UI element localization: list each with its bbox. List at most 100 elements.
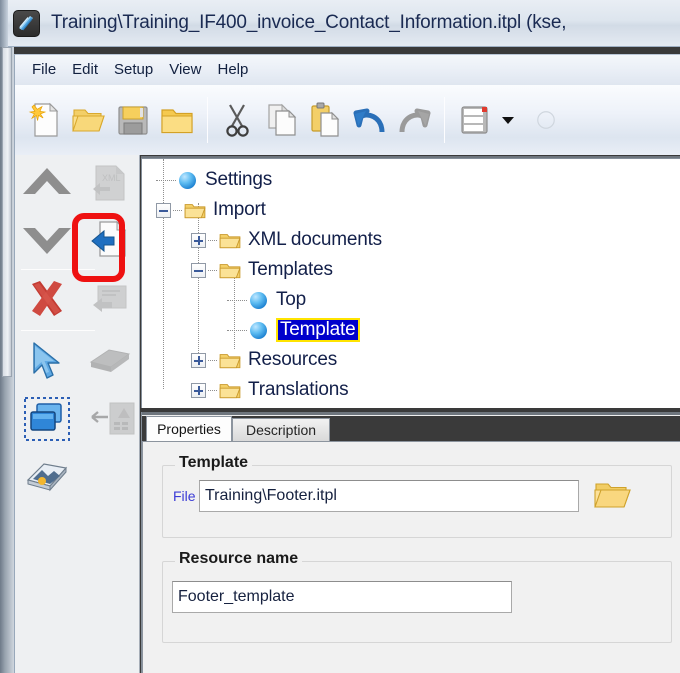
left-toolbar-divider-2 [21, 330, 95, 331]
stacked-windows-icon [23, 397, 70, 441]
open-folder-icon [594, 483, 631, 508]
scanner-photo-icon [26, 463, 67, 492]
tree-node-label: Import [213, 199, 266, 220]
scrollbar-thumb[interactable] [2, 47, 12, 377]
block-arrow-icon [92, 285, 126, 312]
tree-node-label: Resources [248, 349, 338, 370]
clipped-round-button[interactable] [536, 95, 556, 145]
window-title: Training\Training_IF400_invoice_Contact_… [51, 12, 567, 33]
arrow-cursor-icon [32, 342, 60, 379]
folder-open-icon [219, 264, 241, 279]
tree-node-label-selected: Template [276, 318, 360, 342]
scissors-icon [226, 104, 249, 137]
tree-node-label: XML documents [248, 229, 382, 250]
menu-item-view[interactable]: View [161, 59, 209, 81]
import-xml-button[interactable]: XML [78, 155, 141, 211]
open-folder-button[interactable] [67, 95, 111, 145]
import-block-button[interactable] [78, 272, 141, 328]
window-scrollbar[interactable] [0, 47, 14, 673]
delete-button[interactable] [15, 272, 78, 328]
expand-toggle-icon[interactable] [191, 352, 206, 368]
left-toolbar-empty-cell [78, 449, 141, 505]
sphere-node-icon [179, 171, 196, 189]
left-toolbar-divider-1 [21, 269, 95, 270]
sphere-node-icon [250, 321, 267, 339]
tree-node-template[interactable]: Template [227, 315, 360, 345]
folder-open-icon [219, 384, 241, 399]
left-toolbar: XML [14, 155, 140, 673]
application-window: Training\Training_IF400_invoice_Contact_… [0, 0, 680, 673]
open-folder-icon [72, 109, 105, 132]
template-group-title: Template [175, 454, 253, 472]
layout-button[interactable] [453, 95, 497, 145]
paste-button[interactable] [304, 95, 348, 145]
navigation-tree: Settings Import XML documents Templates … [141, 156, 680, 408]
duplicate-layers-button[interactable] [15, 391, 78, 447]
title-bar: Training\Training_IF400_invoice_Contact_… [0, 0, 680, 47]
expand-toggle-icon[interactable] [191, 382, 206, 398]
tree-node-resources[interactable]: Resources [191, 345, 337, 375]
circle-icon [537, 111, 555, 129]
tree-node-import[interactable]: Import [156, 195, 266, 225]
tree-node-xml-documents[interactable]: XML documents [191, 225, 382, 255]
tree-connector [208, 359, 217, 361]
tab-properties[interactable]: Properties [146, 416, 232, 441]
collapse-toggle-icon[interactable] [156, 202, 171, 218]
import-resource-button[interactable] [78, 391, 141, 447]
collapse-toggle-icon[interactable] [191, 262, 206, 278]
properties-tab-content: Template File Training\Footer.itpl Resou… [142, 441, 680, 673]
folder-open-icon [219, 234, 241, 249]
undo-button[interactable] [348, 95, 392, 145]
sphere-node-icon [250, 291, 267, 309]
tree-node-templates[interactable]: Templates [191, 255, 333, 285]
expand-toggle-icon[interactable] [191, 232, 206, 248]
document-left-arrow-icon [90, 220, 126, 257]
tab-strip: Properties Description [142, 416, 680, 441]
clipboard-paste-icon [311, 102, 340, 137]
tree-node-top[interactable]: Top [227, 285, 306, 315]
tree-connector [208, 239, 217, 241]
main-toolbar [14, 85, 680, 155]
left-arrow-page-icon [90, 402, 134, 435]
move-up-button[interactable] [15, 155, 78, 211]
browse-file-button[interactable] [593, 478, 633, 519]
menu-item-help[interactable]: Help [209, 59, 256, 81]
copy-button[interactable] [260, 95, 304, 145]
chevron-up-icon [22, 168, 71, 194]
layout-dropdown-button[interactable] [497, 95, 519, 145]
tab-description[interactable]: Description [232, 418, 330, 441]
open-file-button[interactable] [155, 95, 199, 145]
tree-connector [173, 209, 182, 211]
import-template-button[interactable] [78, 211, 141, 267]
move-down-button[interactable] [15, 211, 78, 267]
comet-icon [13, 9, 40, 37]
file-input[interactable]: Training\Footer.itpl [199, 480, 579, 512]
toolbar-separator [207, 97, 208, 143]
redo-button[interactable] [392, 95, 436, 145]
cut-button[interactable] [216, 95, 260, 145]
tree-node-translations[interactable]: Translations [191, 375, 349, 405]
save-button[interactable] [111, 95, 155, 145]
panel-divider [142, 412, 680, 415]
tab-properties-label: Properties [157, 421, 221, 437]
select-pointer-button[interactable] [15, 333, 78, 389]
scan-button[interactable] [15, 449, 78, 505]
redo-arrow-icon [399, 108, 431, 133]
resource-name-input[interactable]: Footer_template [172, 581, 512, 613]
folder-icon [161, 109, 193, 134]
menu-bar: File Edit Setup View Help [14, 54, 680, 85]
menu-item-edit[interactable]: Edit [64, 59, 106, 81]
menu-item-setup[interactable]: Setup [106, 59, 161, 81]
tree-connector [156, 179, 176, 181]
xml-document-arrow-icon: XML [92, 165, 124, 201]
book-icon [89, 349, 130, 372]
menu-item-file[interactable]: File [24, 59, 64, 81]
resource-name-group-title: Resource name [175, 550, 303, 568]
book-button[interactable] [78, 333, 141, 389]
tree-node-label: Settings [205, 169, 273, 190]
tree-node-settings[interactable]: Settings [156, 165, 272, 195]
new-document-button[interactable] [23, 95, 67, 145]
tree-connector [208, 269, 217, 271]
folder-open-icon [219, 354, 241, 369]
tree-node-label: Templates [248, 259, 333, 280]
